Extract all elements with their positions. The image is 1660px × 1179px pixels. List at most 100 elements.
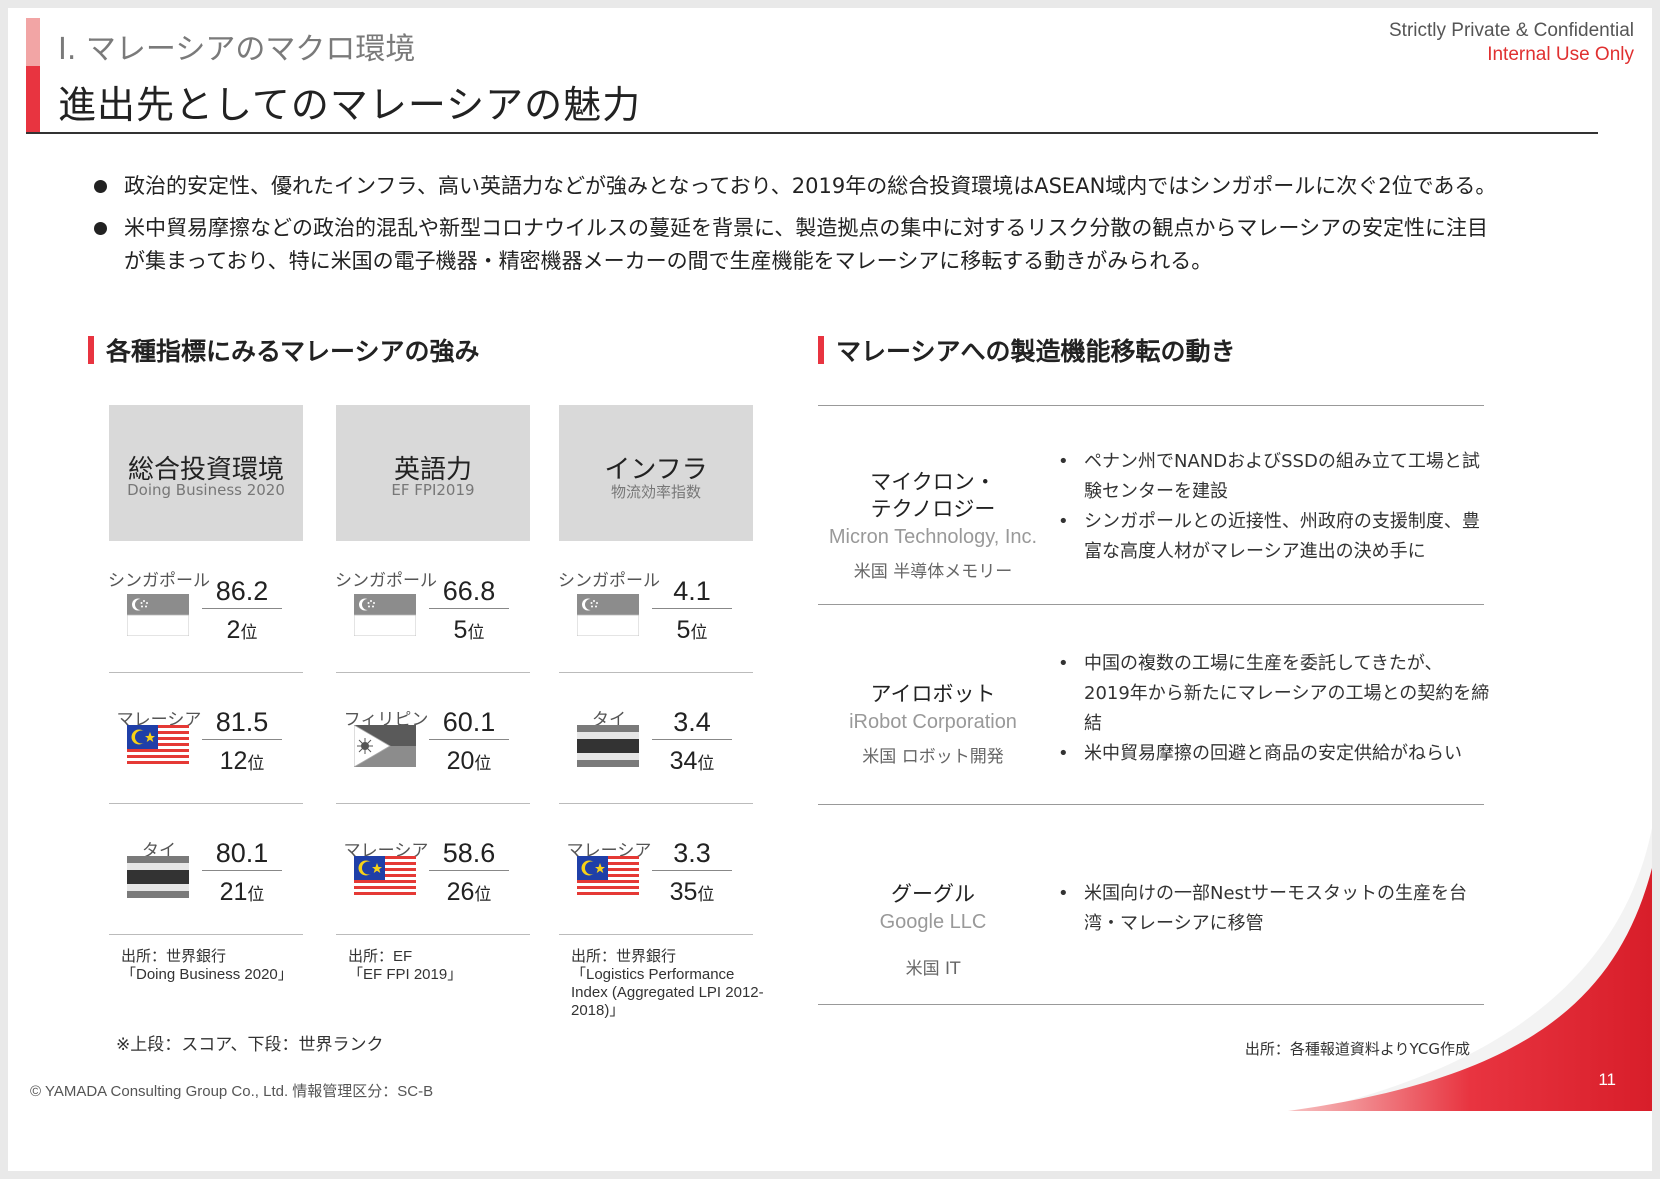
company-point-line: 中国の複数の工場に生産を委託してきたが、 (1084, 653, 1443, 674)
company-point-line: ペナン州でNANDおよびSSDの組み立て工場と試 (1084, 451, 1480, 472)
indicator-header: 総合投資環境 Doing Business 2020 (109, 405, 303, 541)
bullet-dot-icon: • (1058, 743, 1069, 764)
row-separator (336, 934, 530, 935)
malaysia-flag (354, 856, 416, 898)
row-separator (109, 672, 303, 673)
indicator-header: 英語力 EF FPI2019 (336, 405, 530, 541)
score-rank-divider (652, 739, 732, 740)
bullet-dot-icon: • (1058, 511, 1069, 532)
score-rank-divider (429, 739, 509, 740)
world-rank: 2位 (226, 616, 258, 644)
footer-swoosh-graphic (1288, 828, 1652, 1171)
company-name-en: Google LLC (879, 911, 987, 933)
company-name-block: マイクロン・ テクノロジー Micron Technology, Inc. 米国 半導… (818, 469, 1048, 582)
indicator-score: 66.8 (442, 576, 496, 606)
company-sector: 米国 IT (905, 959, 961, 979)
source-line: 「EF FPI 2019」 (348, 966, 463, 983)
company-point-line: 2019年から新たにマレーシアの工場との契約を締 (1084, 683, 1490, 704)
bullet-dot-icon: • (1058, 653, 1069, 674)
world-rank: 26位 (446, 878, 492, 906)
company-point-line: 米中貿易摩擦の回避と商品の安定供給がねらい (1084, 743, 1462, 764)
indicator-score: 4.1 (673, 576, 711, 606)
indicator-source: 出所：EF 「EF FPI 2019」 (348, 948, 548, 984)
country-name: シンガポール (335, 571, 437, 591)
company-name-block: アイロボット iRobot Corporation 米国 ロボット開発 (818, 681, 1048, 767)
indicator-score: 3.4 (673, 707, 711, 737)
company-divider (818, 604, 1484, 605)
row-separator (336, 803, 530, 804)
bullet-2: 米中貿易摩擦などの政治的混乱や新型コロナウイルスの蔓延を背景に、製造拠点の集中に… (94, 212, 1574, 278)
slide: I. マレーシアのマクロ環境 進出先としてのマレーシアの魅力 Strictly … (8, 8, 1652, 1171)
malaysia-flag (127, 725, 189, 767)
source-line: 「Logistics Performance (571, 966, 735, 983)
score-rank-divider (429, 870, 509, 871)
bullet-text-line-2: が集まっており、特に米国の電子機器・精密機器メーカーの間で生産機能をマレーシアに… (124, 249, 1213, 273)
company-point-line: 験センターを建設 (1084, 481, 1228, 502)
company-name-ja: アイロボット (870, 682, 996, 706)
company-point: • 中国の複数の工場に生産を委託してきたが、 2019年から新たにマレーシアの工場と… (1058, 649, 1489, 739)
bullet-1: 政治的安定性、優れたインフラ、高い英語力などが強みとなっており、2019年の総合… (94, 170, 1574, 203)
indicator-score: 58.6 (442, 838, 496, 868)
indicator-subtitle: EF FPI2019 (391, 481, 475, 499)
table-note: ※上段：スコア、下段：世界ランク (116, 1035, 384, 1055)
page-title: 進出先としてのマレーシアの魅力 (58, 83, 642, 127)
company-point-line: シンガポールとの近接性、州政府の支援制度、豊 (1084, 511, 1480, 532)
footer-copyright: © YAMADA Consulting Group Co., Ltd. 情報管理… (30, 1083, 434, 1100)
world-rank: 12位 (219, 747, 265, 775)
indicator-subtitle: Doing Business 2020 (127, 481, 285, 499)
bullet-dot-icon (94, 222, 107, 235)
source-line: 出所：世界銀行 (121, 948, 227, 965)
source-line: 出所：世界銀行 (571, 948, 677, 965)
heading-marker (88, 336, 94, 364)
world-rank: 5位 (676, 616, 708, 644)
world-rank: 21位 (219, 878, 265, 906)
company-point-line: 湾・マレーシアに移管 (1084, 913, 1264, 934)
country-name: シンガポール (558, 571, 660, 591)
score-rank-divider (202, 739, 282, 740)
row-separator (336, 672, 530, 673)
country-name: シンガポール (108, 571, 210, 591)
score-rank-divider (429, 608, 509, 609)
company-point: • 米中貿易摩擦の回避と商品の安定供給がねらい (1058, 739, 1478, 769)
world-rank: 20位 (446, 747, 492, 775)
indicator-source: 出所：世界銀行 「Logistics Performance Index (Aggr… (571, 948, 771, 1020)
bullet-text: 政治的安定性、優れたインフラ、高い英語力などが強みとなっており、2019年の総合… (124, 174, 1497, 198)
company-point-line: 結 (1084, 713, 1102, 734)
company-divider (818, 405, 1484, 406)
indicator-score: 86.2 (215, 576, 269, 606)
singapore-flag (576, 594, 640, 637)
bullet-dot-icon: • (1058, 883, 1069, 904)
row-separator (559, 672, 753, 673)
company-point: • ペナン州でNANDおよびSSDの組み立て工場と試 験センターを建設 (1058, 447, 1480, 507)
malaysia-flag (577, 856, 639, 898)
bullet-text-line-1: 米中貿易摩擦などの政治的混乱や新型コロナウイルスの蔓延を背景に、製造拠点の集中に… (124, 216, 1488, 240)
section-label: I. マレーシアのマクロ環境 (58, 32, 416, 67)
indicator-score: 81.5 (215, 707, 269, 737)
world-rank: 34位 (669, 747, 715, 775)
world-rank: 5位 (453, 616, 485, 644)
indicator-score: 3.3 (673, 838, 711, 868)
philippines-flag (353, 724, 416, 768)
title-accent-bar (26, 18, 40, 132)
company-point: • シンガポールとの近接性、州政府の支援制度、豊 富な高度人材がマレーシア進出の決め… (1058, 507, 1480, 567)
page-number: 11 (1598, 1070, 1616, 1089)
score-rank-divider (202, 870, 282, 871)
indicator-header: インフラ 物流効率指数 (559, 405, 753, 541)
source-line: Index (Aggregated LPI 2012- (571, 984, 764, 1001)
heading-marker (818, 336, 824, 364)
singapore-flag (353, 594, 417, 637)
indicator-source: 出所：世界銀行 「Doing Business 2020」 (121, 948, 321, 984)
indicator-score: 60.1 (442, 707, 496, 737)
company-name-en: iRobot Corporation (849, 711, 1017, 733)
company-sector: 米国 半導体メモリー (853, 562, 1013, 582)
bullet-dot-icon (94, 180, 107, 193)
company-name-ja: テクノロジー (870, 497, 996, 521)
score-rank-divider (652, 608, 732, 609)
source-line: 「Doing Business 2020」 (121, 966, 293, 983)
score-rank-divider (652, 870, 732, 871)
company-point-line: 富な高度人材がマレーシア進出の決め手に (1084, 541, 1426, 562)
row-separator (559, 934, 753, 935)
internal-use-label: Internal Use Only (1487, 44, 1634, 65)
company-sector: 米国 ロボット開発 (862, 747, 1004, 767)
source-line: 2018)」 (571, 1002, 625, 1019)
